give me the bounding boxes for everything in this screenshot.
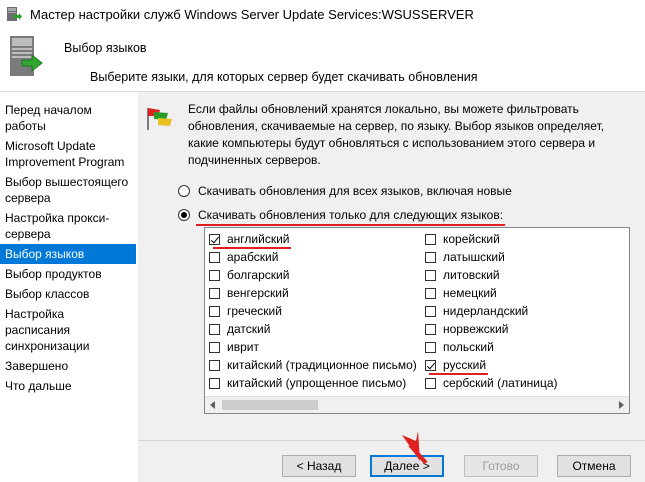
checkbox-bulgarian[interactable] xyxy=(209,269,220,281)
page-title: Выбор языков xyxy=(64,41,147,55)
sidebar-item-sync-schedule[interactable]: Настройка расписания синхронизации xyxy=(0,304,136,356)
sidebar-item-upstream-server[interactable]: Выбор вышестоящего сервера xyxy=(0,172,136,208)
horizontal-scrollbar[interactable] xyxy=(205,396,629,413)
lang-label-latvian: латышский xyxy=(443,250,505,264)
sidebar-item-proxy-server[interactable]: Настройка прокси-сервера xyxy=(0,208,136,244)
language-grid: английский корейский арабский латышский … xyxy=(209,230,629,392)
lang-item-dutch[interactable]: нидерландский xyxy=(425,302,625,320)
checkbox-norwegian[interactable] xyxy=(425,323,436,335)
scrollbar-thumb[interactable] xyxy=(222,400,318,410)
cancel-button[interactable]: Отмена xyxy=(557,455,631,477)
lang-item-latvian[interactable]: латышский xyxy=(425,248,625,266)
lang-item-greek[interactable]: греческий xyxy=(209,302,425,320)
sidebar-item-improvement-program[interactable]: Microsoft Update Improvement Program xyxy=(0,136,136,172)
lang-item-bulgarian[interactable]: болгарский xyxy=(209,266,425,284)
lang-label-hungarian: венгерский xyxy=(227,286,289,300)
finish-button[interactable]: Готово xyxy=(464,455,538,477)
lang-item-korean[interactable]: корейский xyxy=(425,230,625,248)
sidebar-item-finished[interactable]: Завершено xyxy=(0,356,136,376)
lang-item-norwegian[interactable]: норвежский xyxy=(425,320,625,338)
lang-label-polish: польский xyxy=(443,340,494,354)
server-update-icon xyxy=(10,36,43,76)
lang-label-german: немецкий xyxy=(443,286,497,300)
checkbox-serbian-latin[interactable] xyxy=(425,377,436,389)
lang-label-lithuanian: литовский xyxy=(443,268,500,282)
sidebar-item-classifications[interactable]: Выбор классов xyxy=(0,284,136,304)
radio-selected-languages-label: Скачивать обновления только для следующи… xyxy=(198,208,504,222)
checkbox-korean[interactable] xyxy=(425,233,436,245)
sidebar-item-languages[interactable]: Выбор языков xyxy=(0,244,136,264)
lang-label-bulgarian: болгарский xyxy=(227,268,290,282)
checkbox-danish[interactable] xyxy=(209,323,220,335)
radio-selected-languages[interactable] xyxy=(178,209,190,221)
page-subtitle: Выберите языки, для которых сервер будет… xyxy=(90,70,478,84)
lang-label-dutch: нидерландский xyxy=(443,304,529,318)
lang-item-danish[interactable]: датский xyxy=(209,320,425,338)
lang-label-korean: корейский xyxy=(443,232,500,246)
lang-label-english: английский xyxy=(227,232,290,246)
wizard-steps-sidebar: Перед началом работы Microsoft Update Im… xyxy=(0,100,136,396)
checkbox-russian[interactable] xyxy=(425,359,436,371)
checkbox-hebrew[interactable] xyxy=(209,341,220,353)
checkbox-lithuanian[interactable] xyxy=(425,269,436,281)
lang-item-arabic[interactable]: арабский xyxy=(209,248,425,266)
scroll-left-icon[interactable] xyxy=(210,401,215,409)
lang-item-serbian-latin[interactable]: сербский (латиница) xyxy=(425,374,625,392)
checkbox-hungarian[interactable] xyxy=(209,287,220,299)
checkbox-english[interactable] xyxy=(209,233,220,245)
language-flags-icon xyxy=(147,108,172,130)
title-bar: Мастер настройки служб Windows Server Up… xyxy=(0,0,645,30)
checkbox-chinese-traditional[interactable] xyxy=(209,359,220,371)
checkbox-arabic[interactable] xyxy=(209,251,220,263)
sidebar-item-whats-next[interactable]: Что дальше xyxy=(0,376,136,396)
sidebar-item-before-you-begin[interactable]: Перед началом работы xyxy=(0,100,136,136)
option-selected-languages[interactable]: Скачивать обновления только для следующи… xyxy=(178,208,506,226)
back-button[interactable]: < Назад xyxy=(282,455,356,477)
lang-label-norwegian: норвежский xyxy=(443,322,509,336)
scroll-right-icon[interactable] xyxy=(619,401,624,409)
lang-item-english[interactable]: английский xyxy=(209,230,425,249)
lang-item-hungarian[interactable]: венгерский xyxy=(209,284,425,302)
lang-item-russian[interactable]: русский xyxy=(425,356,625,375)
lang-label-chinese-traditional: китайский (традиционное письмо) xyxy=(227,358,417,372)
lang-label-chinese-simplified: китайский (упрощенное письмо) xyxy=(227,376,407,390)
radio-all-languages-label: Скачивать обновления для всех языков, вк… xyxy=(198,184,512,198)
lang-item-chinese-simplified[interactable]: китайский (упрощенное письмо) xyxy=(209,374,425,392)
red-highlight-underline xyxy=(196,224,506,226)
footer-divider xyxy=(138,440,645,441)
lang-label-wrap-english: английский xyxy=(213,232,292,249)
wizard-header: Выбор языков Выберите языки, для которых… xyxy=(0,30,645,92)
checkbox-greek[interactable] xyxy=(209,305,220,317)
red-highlight-underline xyxy=(429,373,489,375)
lang-item-hebrew[interactable]: иврит xyxy=(209,338,425,356)
checkbox-latvian[interactable] xyxy=(425,251,436,263)
checkbox-dutch[interactable] xyxy=(425,305,436,317)
lang-item-lithuanian[interactable]: литовский xyxy=(425,266,625,284)
option-all-languages[interactable]: Скачивать обновления для всех языков, вк… xyxy=(178,184,512,198)
lang-label-russian: русский xyxy=(443,358,487,372)
lang-item-polish[interactable]: польский xyxy=(425,338,625,356)
red-highlight-underline xyxy=(213,247,292,249)
radio-selected-languages-label-wrap: Скачивать обновления только для следующи… xyxy=(196,208,506,226)
lang-label-hebrew: иврит xyxy=(227,340,259,354)
wsus-app-icon xyxy=(7,7,22,21)
lang-label-serbian-latin: сербский (латиница) xyxy=(443,376,558,390)
wizard-content-panel: Если файлы обновлений хранятся локально,… xyxy=(138,92,645,482)
lang-label-wrap-russian: русский xyxy=(429,358,489,375)
lang-label-arabic: арабский xyxy=(227,250,279,264)
checkbox-chinese-simplified[interactable] xyxy=(209,377,220,389)
window-title: Мастер настройки служб Windows Server Up… xyxy=(30,7,474,22)
language-list[interactable]: английский корейский арабский латышский … xyxy=(204,227,630,414)
next-button[interactable]: Далее > xyxy=(370,455,444,477)
lang-label-danish: датский xyxy=(227,322,271,336)
checkbox-polish[interactable] xyxy=(425,341,436,353)
lang-item-german[interactable]: немецкий xyxy=(425,284,625,302)
sidebar-item-products[interactable]: Выбор продуктов xyxy=(0,264,136,284)
checkbox-german[interactable] xyxy=(425,287,436,299)
radio-all-languages[interactable] xyxy=(178,185,190,197)
info-description: Если файлы обновлений хранятся локально,… xyxy=(188,102,605,167)
lang-item-chinese-traditional[interactable]: китайский (традиционное письмо) xyxy=(209,356,425,374)
lang-label-greek: греческий xyxy=(227,304,282,318)
